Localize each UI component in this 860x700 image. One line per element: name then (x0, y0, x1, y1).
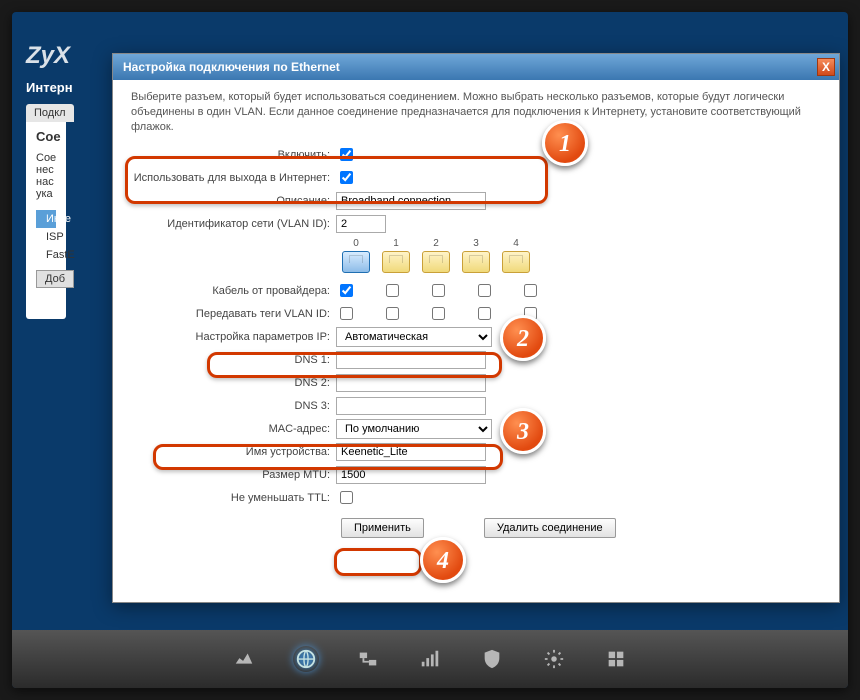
enable-label: Включить: (131, 149, 336, 161)
provider-cable-checkbox[interactable] (386, 284, 399, 297)
bottom-toolbar (12, 630, 848, 688)
provider-cable-checkbox[interactable] (340, 284, 353, 297)
dns3-input[interactable] (336, 397, 486, 415)
close-icon: X (822, 60, 830, 74)
enable-checkbox[interactable] (340, 148, 353, 161)
network-icon[interactable] (355, 646, 381, 672)
provider-cable-checkbox[interactable] (432, 284, 445, 297)
pass-vlan-checkbox[interactable] (386, 307, 399, 320)
ethernet-port-icon[interactable] (342, 251, 370, 273)
add-button[interactable]: Доб (36, 270, 74, 288)
card-line: нас (36, 176, 56, 188)
provider-cable-label: Кабель от провайдера: (131, 285, 336, 297)
pass-vlan-checkbox[interactable] (340, 307, 353, 320)
pass-vlan-checkbox[interactable] (524, 307, 537, 320)
use-internet-checkbox[interactable] (340, 171, 353, 184)
card-title: Сое (36, 129, 56, 144)
card-line: нес (36, 164, 56, 176)
logo: ZyX (26, 42, 74, 70)
ethernet-port-icon[interactable] (382, 251, 410, 273)
pass-vlan-checkbox[interactable] (432, 307, 445, 320)
description-input[interactable] (336, 192, 486, 210)
device-name-label: Имя устройства: (131, 446, 336, 458)
device-name-input[interactable] (336, 443, 486, 461)
dns2-label: DNS 2: (131, 377, 336, 389)
card-line: ука (36, 188, 56, 200)
tab-connections[interactable]: Подкл (26, 104, 74, 122)
ttl-checkbox[interactable] (340, 491, 353, 504)
provider-cable-checkbox[interactable] (478, 284, 491, 297)
mtu-label: Размер MTU: (131, 469, 336, 481)
nav-item[interactable]: Интерн (26, 80, 74, 95)
shield-icon[interactable] (479, 646, 505, 672)
dns3-label: DNS 3: (131, 400, 336, 412)
list-row[interactable]: FastE (36, 246, 56, 264)
use-internet-label: Использовать для выхода в Интернет: (131, 172, 336, 184)
pass-vlan-checkbox[interactable] (478, 307, 491, 320)
monitor-icon[interactable] (231, 646, 257, 672)
vlan-id-label: Идентификатор сети (VLAN ID): (131, 218, 336, 230)
signal-icon[interactable] (417, 646, 443, 672)
connections-card: Сое Сое нес нас ука Инте ISP FastE Доб (26, 119, 66, 319)
globe-icon[interactable] (293, 646, 319, 672)
gear-icon[interactable] (541, 646, 567, 672)
vlan-id-input[interactable] (336, 215, 386, 233)
dialog-title: Настройка подключения по Ethernet (123, 60, 340, 74)
description-label: Описание: (131, 195, 336, 207)
delete-connection-button[interactable]: Удалить соединение (484, 518, 616, 538)
ttl-label: Не уменьшать TTL: (131, 492, 336, 504)
mac-label: MAC-адрес: (131, 423, 336, 435)
pass-vlan-label: Передавать теги VLAN ID: (131, 308, 336, 320)
port-number: 0 (353, 238, 359, 249)
close-button[interactable]: X (817, 58, 835, 76)
dns1-input[interactable] (336, 351, 486, 369)
apply-button[interactable]: Применить (341, 518, 424, 538)
ethernet-settings-dialog: Настройка подключения по Ethernet X Выбе… (112, 53, 840, 603)
dialog-body: Выберите разъем, который будет использов… (113, 80, 839, 548)
apps-icon[interactable] (603, 646, 629, 672)
card-line: Сое (36, 152, 56, 164)
app-window: ZyX Интерн Подкл Сое Сое нес нас ука Инт… (12, 12, 848, 688)
port-number: 2 (433, 238, 439, 249)
provider-cable-checkbox[interactable] (524, 284, 537, 297)
ip-config-label: Настройка параметров IP: (131, 331, 336, 343)
port-number: 4 (513, 238, 519, 249)
dialog-title-bar: Настройка подключения по Ethernet X (113, 54, 839, 80)
ethernet-port-icon[interactable] (462, 251, 490, 273)
tab-row: Подкл (26, 107, 74, 119)
mtu-input[interactable] (336, 466, 486, 484)
section-header: Инте (36, 210, 56, 228)
background-page: ZyX Интерн Подкл Сое Сое нес нас ука Инт… (26, 42, 74, 319)
port-number: 3 (473, 238, 479, 249)
dns2-input[interactable] (336, 374, 486, 392)
list-row[interactable]: ISP (36, 228, 56, 246)
mac-select[interactable]: По умолчанию (336, 419, 492, 439)
port-number: 1 (393, 238, 399, 249)
dialog-intro-text: Выберите разъем, который будет использов… (131, 90, 821, 135)
ip-config-select[interactable]: Автоматическая (336, 327, 492, 347)
ethernet-port-icon[interactable] (502, 251, 530, 273)
ethernet-port-icon[interactable] (422, 251, 450, 273)
dns1-label: DNS 1: (131, 354, 336, 366)
port-row: 0 1 2 3 4 (341, 238, 821, 273)
